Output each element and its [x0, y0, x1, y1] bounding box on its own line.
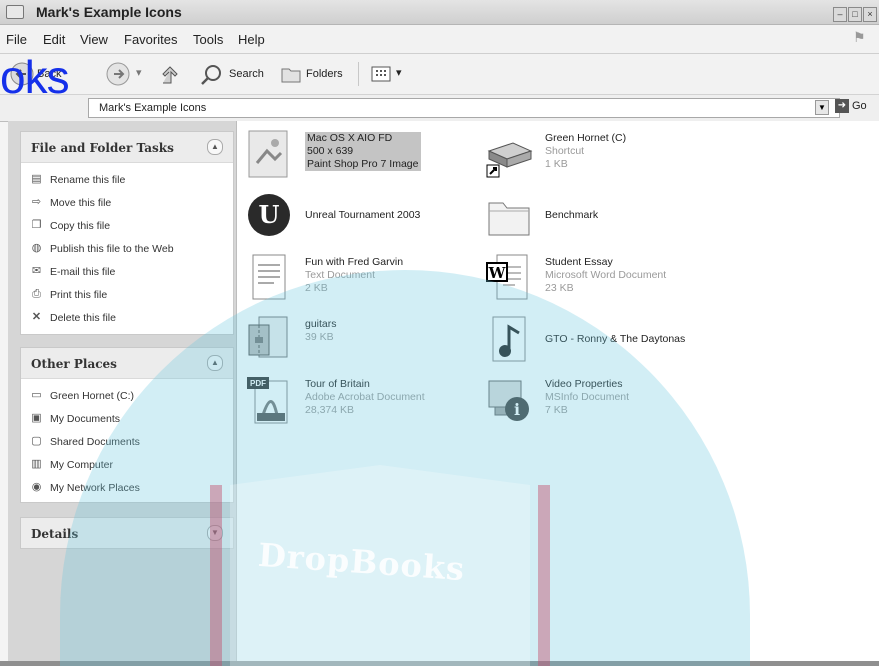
- task-pane: File and Folder Tasks ▲ ▤ Rename this fil…: [8, 121, 236, 661]
- folders-icon[interactable]: [280, 64, 302, 84]
- file-item[interactable]: Mac OS X AIO FD 500 x 639 Paint Shop Pro 7…: [245, 129, 485, 187]
- task-email-file[interactable]: ✉ E-mail this file: [21, 261, 233, 284]
- publish-web-icon: ◍: [31, 242, 42, 254]
- msinfo-file-icon: i: [488, 380, 529, 421]
- details-panel: Details ▼: [20, 517, 234, 549]
- up-folder-icon[interactable]: [160, 64, 182, 86]
- file-item[interactable]: Fun with Fred Garvin Text Document 2 KB: [245, 253, 485, 311]
- place-shared-documents[interactable]: ▢ Shared Documents: [21, 431, 233, 454]
- copy-icon: ❐: [31, 219, 42, 231]
- menu-tools[interactable]: Tools: [193, 32, 223, 47]
- close-button[interactable]: ×: [863, 7, 877, 22]
- toolbar: Back ▾ Search Folders ▾: [0, 54, 879, 95]
- music-file-icon: [492, 316, 526, 362]
- file-view: Mac OS X AIO FD 500 x 639 Paint Shop Pro 7…: [236, 121, 879, 666]
- file-item[interactable]: i Video Properties MSInfo Document 7 KB: [485, 375, 725, 433]
- address-path: Mark's Example Icons: [99, 102, 207, 114]
- file-item[interactable]: Benchmark: [485, 191, 725, 249]
- go-arrow-icon: ➜: [835, 99, 849, 113]
- folder-icon: [488, 202, 530, 236]
- menu-favorites[interactable]: Favorites: [124, 32, 177, 47]
- search-icon[interactable]: [200, 63, 224, 87]
- menu-file[interactable]: File: [6, 32, 27, 47]
- archive-file-icon: [248, 316, 288, 358]
- file-item[interactable]: Green Hornet (C) Shortcut 1 KB: [485, 129, 725, 187]
- panel-title: File and Folder Tasks: [31, 141, 174, 155]
- views-dropdown-icon[interactable]: ▾: [396, 66, 402, 79]
- forward-dropdown-icon[interactable]: ▾: [136, 66, 142, 79]
- back-button-label[interactable]: Back: [37, 68, 61, 80]
- delete-icon: ✕: [31, 311, 42, 323]
- go-button-label: Go: [852, 99, 867, 112]
- back-arrow-icon[interactable]: [10, 62, 34, 86]
- move-icon: ⇨: [31, 196, 42, 208]
- svg-text:U: U: [259, 200, 280, 229]
- window-title: Mark's Example Icons: [36, 4, 182, 20]
- file-item[interactable]: PDF Tour of Britain Adobe Acrobat Documen…: [245, 375, 485, 433]
- views-icon[interactable]: [370, 64, 392, 84]
- place-my-documents[interactable]: ▣ My Documents: [21, 408, 233, 431]
- file-item[interactable]: U Unreal Tournament 2003: [245, 191, 485, 249]
- my-documents-icon: ▣: [31, 412, 42, 424]
- file-item[interactable]: W Student Essay Microsoft Word Document 23…: [485, 253, 725, 311]
- other-places-panel: Other Places ▲ ▭ Green Hornet (C:) ▣ My Do…: [20, 347, 234, 503]
- task-move-file[interactable]: ⇨ Move this file: [21, 192, 233, 215]
- menu-edit[interactable]: Edit: [43, 32, 65, 47]
- word-document-icon: W: [486, 254, 528, 300]
- folders-button-label[interactable]: Folders: [306, 68, 343, 80]
- my-computer-icon: ▥: [31, 458, 42, 470]
- explorer-window: Mark's Example Icons – □ × File Edit View …: [0, 0, 879, 666]
- place-my-network[interactable]: ◉ My Network Places: [21, 477, 233, 500]
- place-my-computer[interactable]: ▥ My Computer: [21, 454, 233, 477]
- address-input[interactable]: Mark's Example Icons: [88, 98, 840, 118]
- search-button-label[interactable]: Search: [229, 68, 264, 80]
- place-green-hornet[interactable]: ▭ Green Hornet (C:): [21, 385, 233, 408]
- details-header[interactable]: Details ▼: [21, 518, 233, 548]
- task-delete-file[interactable]: ✕ Delete this file: [21, 307, 233, 330]
- task-rename-file[interactable]: ▤ Rename this file: [21, 169, 233, 192]
- address-dropdown-icon[interactable]: ▼: [815, 100, 829, 115]
- expand-chevron-icon[interactable]: ▼: [207, 525, 223, 541]
- svg-text:i: i: [514, 400, 520, 419]
- file-folder-tasks-header[interactable]: File and Folder Tasks ▲: [21, 132, 233, 163]
- folder-window-icon: [6, 5, 24, 19]
- pdf-file-icon: PDF: [247, 377, 288, 424]
- text-document-icon: [252, 254, 286, 300]
- file-item[interactable]: GTO - Ronny & The Daytonas: [485, 315, 725, 373]
- network-places-icon: ◉: [31, 481, 42, 493]
- file-item[interactable]: guitars 39 KB: [245, 315, 485, 373]
- drive-shortcut-icon: [486, 142, 533, 178]
- collapse-chevron-icon[interactable]: ▲: [207, 139, 223, 155]
- file-folder-tasks-panel: File and Folder Tasks ▲ ▤ Rename this fil…: [20, 131, 234, 335]
- minimize-button[interactable]: –: [833, 7, 847, 22]
- unreal-tournament-icon: U: [248, 194, 290, 236]
- drive-icon: ▭: [31, 389, 42, 401]
- go-button[interactable]: ➜ Go: [835, 99, 867, 113]
- window-bottom-border: [0, 661, 879, 666]
- collapse-chevron-icon[interactable]: ▲: [207, 355, 223, 371]
- address-bar: Mark's Example Icons ▼ ➜ Go: [0, 95, 879, 122]
- toolbar-divider: [358, 62, 359, 86]
- svg-text:W: W: [488, 264, 507, 282]
- rename-icon: ▤: [31, 173, 42, 185]
- title-bar[interactable]: Mark's Example Icons – □ ×: [0, 0, 879, 25]
- task-publish-web[interactable]: ◍ Publish this file to the Web: [21, 238, 233, 261]
- image-file-icon: [248, 130, 288, 178]
- print-icon: ⎙: [32, 288, 41, 300]
- menu-bar: File Edit View Favorites Tools Help ⚑: [0, 25, 879, 54]
- window-controls: – □ ×: [832, 4, 877, 22]
- svg-text:PDF: PDF: [250, 379, 266, 388]
- menu-view[interactable]: View: [80, 32, 108, 47]
- panel-title: Other Places: [31, 357, 117, 371]
- menu-help[interactable]: Help: [238, 32, 265, 47]
- maximize-button[interactable]: □: [848, 7, 862, 22]
- windows-flag-icon: ⚑: [853, 29, 866, 45]
- panel-title: Details: [31, 527, 79, 541]
- task-print-file[interactable]: ⎙ Print this file: [21, 284, 233, 307]
- other-places-header[interactable]: Other Places ▲: [21, 348, 233, 379]
- email-icon: ✉: [31, 265, 42, 277]
- task-copy-file[interactable]: ❐ Copy this file: [21, 215, 233, 238]
- shared-documents-icon: ▢: [31, 435, 42, 447]
- forward-arrow-icon[interactable]: [106, 62, 130, 86]
